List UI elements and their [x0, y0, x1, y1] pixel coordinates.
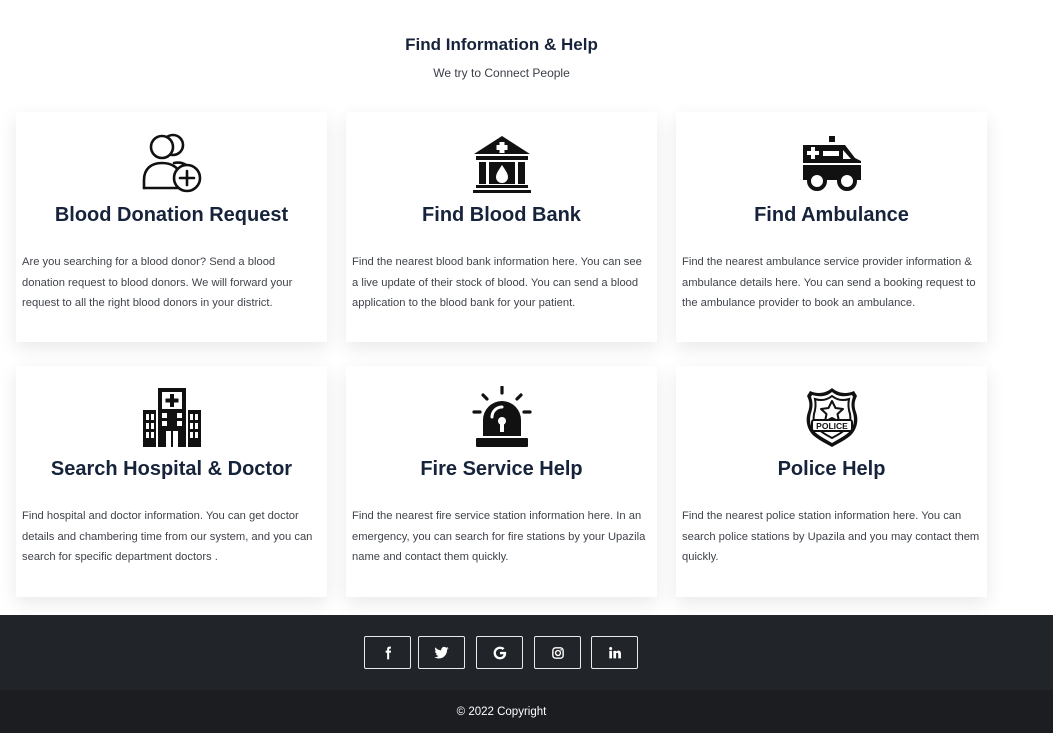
card-police-help[interactable]: POLICE Police Help Find the nearest poli…: [676, 366, 987, 597]
linkedin-button[interactable]: [591, 636, 638, 669]
card-blood-bank[interactable]: Find Blood Bank Find the nearest blood b…: [346, 112, 657, 342]
blood-bank-icon: [471, 132, 533, 194]
twitter-button[interactable]: [418, 636, 465, 669]
card-title: Fire Service Help: [420, 458, 583, 480]
police-badge-icon: POLICE: [801, 386, 863, 448]
footer-social-bar: [0, 615, 1053, 690]
card-title: Police Help: [777, 458, 886, 480]
card-description: Find the nearest police station informat…: [682, 510, 980, 563]
card-title: Find Blood Bank: [422, 204, 581, 226]
card-description: Are you searching for a blood donor? Sen…: [22, 256, 293, 309]
card-description: Find the nearest fire service station in…: [352, 510, 646, 563]
google-icon: [493, 646, 506, 659]
card-description: Find the nearest ambulance service provi…: [682, 256, 976, 309]
copyright-text: © 2022 Copyright: [456, 706, 547, 718]
section-title: Find Information & Help: [405, 35, 598, 54]
facebook-button[interactable]: [364, 636, 411, 669]
footer-copyright-bar: © 2022 Copyright: [0, 690, 1053, 733]
instagram-icon: [551, 646, 564, 659]
ambulance-icon: [801, 132, 863, 194]
instagram-button[interactable]: [534, 636, 581, 669]
card-hospital-doctor[interactable]: Search Hospital & Doctor Find hospital a…: [16, 366, 327, 597]
twitter-icon: [434, 646, 448, 658]
section-subtitle: We try to Connect People: [433, 66, 570, 80]
card-ambulance[interactable]: Find Ambulance Find the nearest ambulanc…: [676, 112, 987, 342]
card-title: Search Hospital & Doctor: [50, 458, 293, 480]
blood-donor-icon: [141, 132, 203, 194]
card-description: Find the nearest blood bank information …: [352, 256, 642, 309]
police-badge-text: POLICE: [816, 421, 848, 431]
card-blood-donation[interactable]: Blood Donation Request Are you searching…: [16, 112, 327, 342]
siren-icon: [471, 386, 533, 448]
hospital-icon: [141, 386, 203, 448]
card-description: Find hospital and doctor information. Yo…: [22, 510, 313, 563]
card-title: Blood Donation Request: [54, 204, 289, 226]
card-title: Find Ambulance: [754, 204, 909, 226]
card-fire-service[interactable]: Fire Service Help Find the nearest fire …: [346, 366, 657, 597]
google-button[interactable]: [476, 636, 523, 669]
facebook-icon: [385, 646, 391, 659]
linkedin-icon: [608, 646, 621, 658]
